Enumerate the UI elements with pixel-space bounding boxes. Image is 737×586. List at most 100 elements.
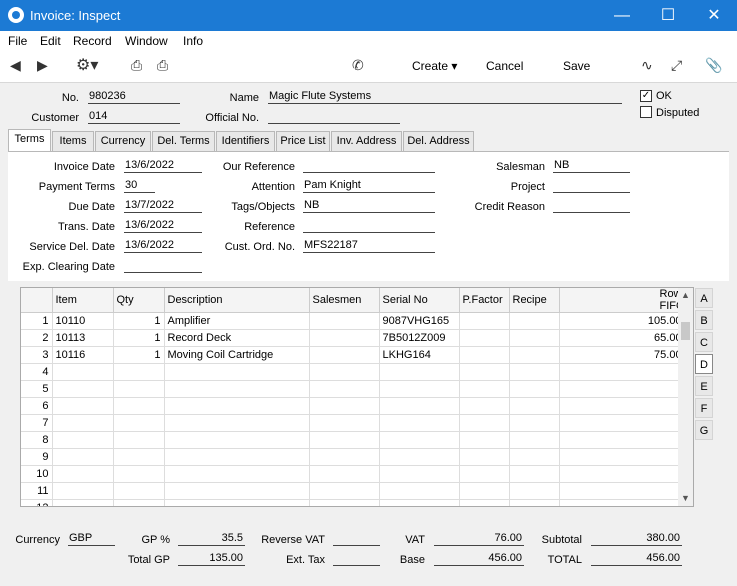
serial-no-cell[interactable]: [379, 448, 460, 466]
ok-checkbox[interactable]: ✓: [640, 90, 652, 102]
previous-record-icon[interactable]: ◀: [10, 57, 21, 74]
recipe-cell[interactable]: [509, 499, 560, 506]
description-cell[interactable]: Record Deck: [164, 329, 310, 347]
description-cell[interactable]: [164, 380, 310, 398]
description-cell[interactable]: Moving Coil Cartridge: [164, 346, 310, 364]
activity-icon[interactable]: ∿: [641, 57, 653, 74]
recipe-cell[interactable]: [509, 465, 560, 483]
side-tab-b[interactable]: B: [695, 310, 713, 330]
side-tab-f[interactable]: F: [695, 398, 713, 418]
qty-cell[interactable]: [113, 414, 165, 432]
table-row[interactable]: 9: [21, 448, 686, 466]
description-cell[interactable]: [164, 448, 310, 466]
description-cell[interactable]: [164, 363, 310, 381]
recipe-cell[interactable]: [509, 363, 560, 381]
side-tab-c[interactable]: C: [695, 332, 713, 352]
description-cell[interactable]: [164, 431, 310, 449]
menu-info[interactable]: Info: [183, 34, 203, 48]
ext-tax-field[interactable]: [333, 552, 380, 566]
total-field[interactable]: 456.00: [591, 552, 682, 566]
table-row[interactable]: 6: [21, 397, 686, 415]
tab-items[interactable]: Items: [52, 131, 94, 151]
scroll-up-icon[interactable]: ▲: [678, 288, 693, 303]
cust-ord-no-field[interactable]: MFS22187: [303, 239, 435, 253]
tab-del-terms[interactable]: Del. Terms: [152, 131, 215, 151]
item-cell[interactable]: [52, 380, 114, 398]
side-tab-e[interactable]: E: [695, 376, 713, 396]
payment-terms-field[interactable]: 30: [124, 179, 155, 193]
recipe-cell[interactable]: [509, 482, 560, 500]
grid-scrollbar[interactable]: ▲ ▼: [678, 288, 693, 506]
side-tab-a[interactable]: A: [695, 288, 713, 308]
pfactor-cell[interactable]: [459, 312, 510, 330]
minimize-icon[interactable]: —: [599, 0, 645, 31]
recipe-column-header[interactable]: Recipe: [509, 288, 560, 313]
salesmen-cell[interactable]: [309, 329, 380, 347]
salesman-field[interactable]: NB: [553, 159, 630, 173]
salesmen-cell[interactable]: [309, 414, 380, 432]
serial-no-cell[interactable]: LKHG164: [379, 346, 460, 364]
no-field[interactable]: 980236: [88, 90, 180, 104]
service-del-date-field[interactable]: 13/6/2022: [124, 239, 202, 253]
pfactor-cell[interactable]: [459, 448, 510, 466]
vat-field[interactable]: 76.00: [434, 532, 524, 546]
expand-icon[interactable]: ⤢: [671, 57, 682, 74]
item-cell[interactable]: 10116: [52, 346, 114, 364]
qty-cell[interactable]: 1: [113, 312, 165, 330]
phone-icon[interactable]: ✆: [352, 57, 364, 74]
total-gp-field[interactable]: 135.00: [178, 552, 245, 566]
serial-no-cell[interactable]: [379, 465, 460, 483]
pfactor-cell[interactable]: [459, 363, 510, 381]
name-field[interactable]: Magic Flute Systems: [268, 90, 622, 104]
credit-reason-field[interactable]: [553, 199, 630, 213]
qty-cell[interactable]: [113, 499, 165, 506]
serial-no-cell[interactable]: [379, 380, 460, 398]
tags-objects-field[interactable]: NB: [303, 199, 435, 213]
gp-percent-field[interactable]: 35.5: [178, 532, 245, 546]
table-row[interactable]: 1 10110 1 Amplifier 9087VHG165 105.00: [21, 312, 686, 330]
description-cell[interactable]: [164, 482, 310, 500]
salesmen-cell[interactable]: [309, 397, 380, 415]
pfactor-cell[interactable]: [459, 346, 510, 364]
pfactor-cell[interactable]: [459, 499, 510, 506]
row-fifo-cell[interactable]: 65.00: [559, 329, 686, 347]
table-row[interactable]: 2 10113 1 Record Deck 7B5012Z009 65.00: [21, 329, 686, 347]
disputed-checkbox[interactable]: [640, 106, 652, 118]
close-icon[interactable]: ✕: [691, 0, 737, 31]
item-cell[interactable]: 10110: [52, 312, 114, 330]
tab-identifiers[interactable]: Identifiers: [216, 131, 275, 151]
customer-field[interactable]: 014: [88, 110, 180, 124]
base-field[interactable]: 456.00: [434, 552, 524, 566]
side-tab-d[interactable]: D: [695, 354, 713, 374]
item-cell[interactable]: [52, 448, 114, 466]
salesmen-column-header[interactable]: Salesmen: [309, 288, 380, 313]
attention-field[interactable]: Pam Knight: [303, 179, 435, 193]
description-cell[interactable]: [164, 414, 310, 432]
tab-inv-address[interactable]: Inv. Address: [331, 131, 402, 151]
next-record-icon[interactable]: ▶: [37, 57, 48, 74]
recipe-cell[interactable]: [509, 380, 560, 398]
description-cell[interactable]: Amplifier: [164, 312, 310, 330]
row-fifo-cell[interactable]: [559, 363, 686, 381]
item-cell[interactable]: 10113: [52, 329, 114, 347]
item-cell[interactable]: [52, 499, 114, 506]
salesmen-cell[interactable]: [309, 346, 380, 364]
row-fifo-cell[interactable]: [559, 414, 686, 432]
table-row[interactable]: 8: [21, 431, 686, 449]
serial-no-cell[interactable]: 9087VHG165: [379, 312, 460, 330]
pfactor-cell[interactable]: [459, 482, 510, 500]
pfactor-cell[interactable]: [459, 414, 510, 432]
salesmen-cell[interactable]: [309, 380, 380, 398]
row-fifo-cell[interactable]: [559, 499, 686, 506]
qty-cell[interactable]: 1: [113, 346, 165, 364]
tab-terms[interactable]: Terms: [8, 129, 51, 151]
qty-cell[interactable]: [113, 431, 165, 449]
recipe-cell[interactable]: [509, 397, 560, 415]
recipe-cell[interactable]: [509, 346, 560, 364]
official-no-field[interactable]: [268, 110, 400, 124]
row-fifo-cell[interactable]: 75.00: [559, 346, 686, 364]
trans-date-field[interactable]: 13/6/2022: [124, 219, 202, 233]
scroll-thumb[interactable]: [681, 322, 690, 340]
description-cell[interactable]: [164, 397, 310, 415]
print-icon[interactable]: ⎙: [131, 57, 142, 74]
